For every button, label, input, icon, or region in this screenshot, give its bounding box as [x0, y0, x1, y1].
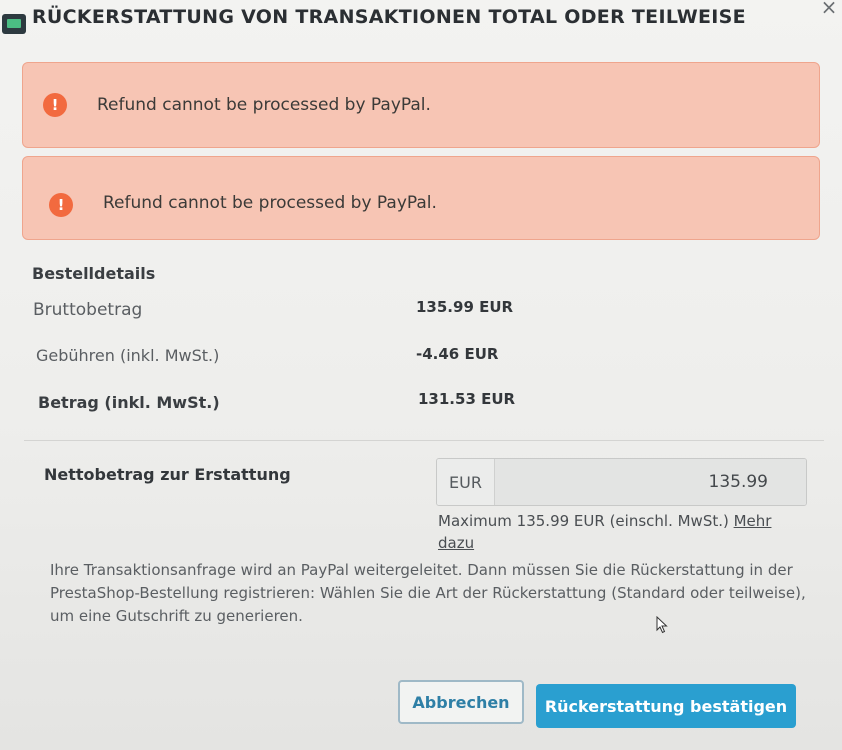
app-logo-icon — [2, 14, 26, 34]
divider — [24, 440, 824, 441]
error-alert: ! Refund cannot be processed by PayPal. — [22, 62, 820, 148]
refund-amount-field: EUR — [436, 458, 807, 506]
fees-value: -4.46 EUR — [416, 345, 499, 363]
confirm-refund-button[interactable]: Rückerstattung bestätigen — [536, 684, 796, 728]
order-details-heading: Bestelldetails — [32, 264, 156, 283]
close-icon[interactable]: × — [818, 0, 840, 17]
mouse-cursor-icon — [656, 616, 668, 634]
max-amount-text: Maximum 135.99 EUR (einschl. MwSt.) — [438, 512, 734, 530]
net-amount-label: Betrag (inkl. MwSt.) — [38, 393, 220, 412]
refund-amount-input[interactable] — [495, 459, 806, 505]
refund-amount-label: Nettobetrag zur Erstattung — [44, 465, 291, 484]
currency-addon: EUR — [437, 459, 495, 505]
refund-dialog: RÜCKERSTATTUNG VON TRANSAKTIONEN TOTAL O… — [0, 0, 842, 750]
cancel-button[interactable]: Abbrechen — [398, 680, 524, 724]
gross-amount-value: 135.99 EUR — [416, 298, 514, 316]
exclamation-icon: ! — [43, 93, 67, 117]
gross-amount-label: Bruttobetrag — [33, 300, 143, 320]
max-amount-help: Maximum 135.99 EUR (einschl. MwSt.) Mehr… — [438, 510, 798, 554]
alert-message: Refund cannot be processed by PayPal. — [103, 193, 437, 213]
net-amount-value: 131.53 EUR — [418, 390, 516, 408]
error-alert: ! Refund cannot be processed by PayPal. — [22, 156, 820, 240]
exclamation-icon: ! — [49, 193, 73, 217]
fees-label: Gebühren (inkl. MwSt.) — [36, 346, 220, 365]
dialog-title: RÜCKERSTATTUNG VON TRANSAKTIONEN TOTAL O… — [32, 6, 746, 28]
alert-message: Refund cannot be processed by PayPal. — [97, 95, 431, 115]
info-paragraph: Ihre Transaktionsanfrage wird an PayPal … — [50, 561, 806, 625]
dialog-header: RÜCKERSTATTUNG VON TRANSAKTIONEN TOTAL O… — [0, 0, 842, 40]
